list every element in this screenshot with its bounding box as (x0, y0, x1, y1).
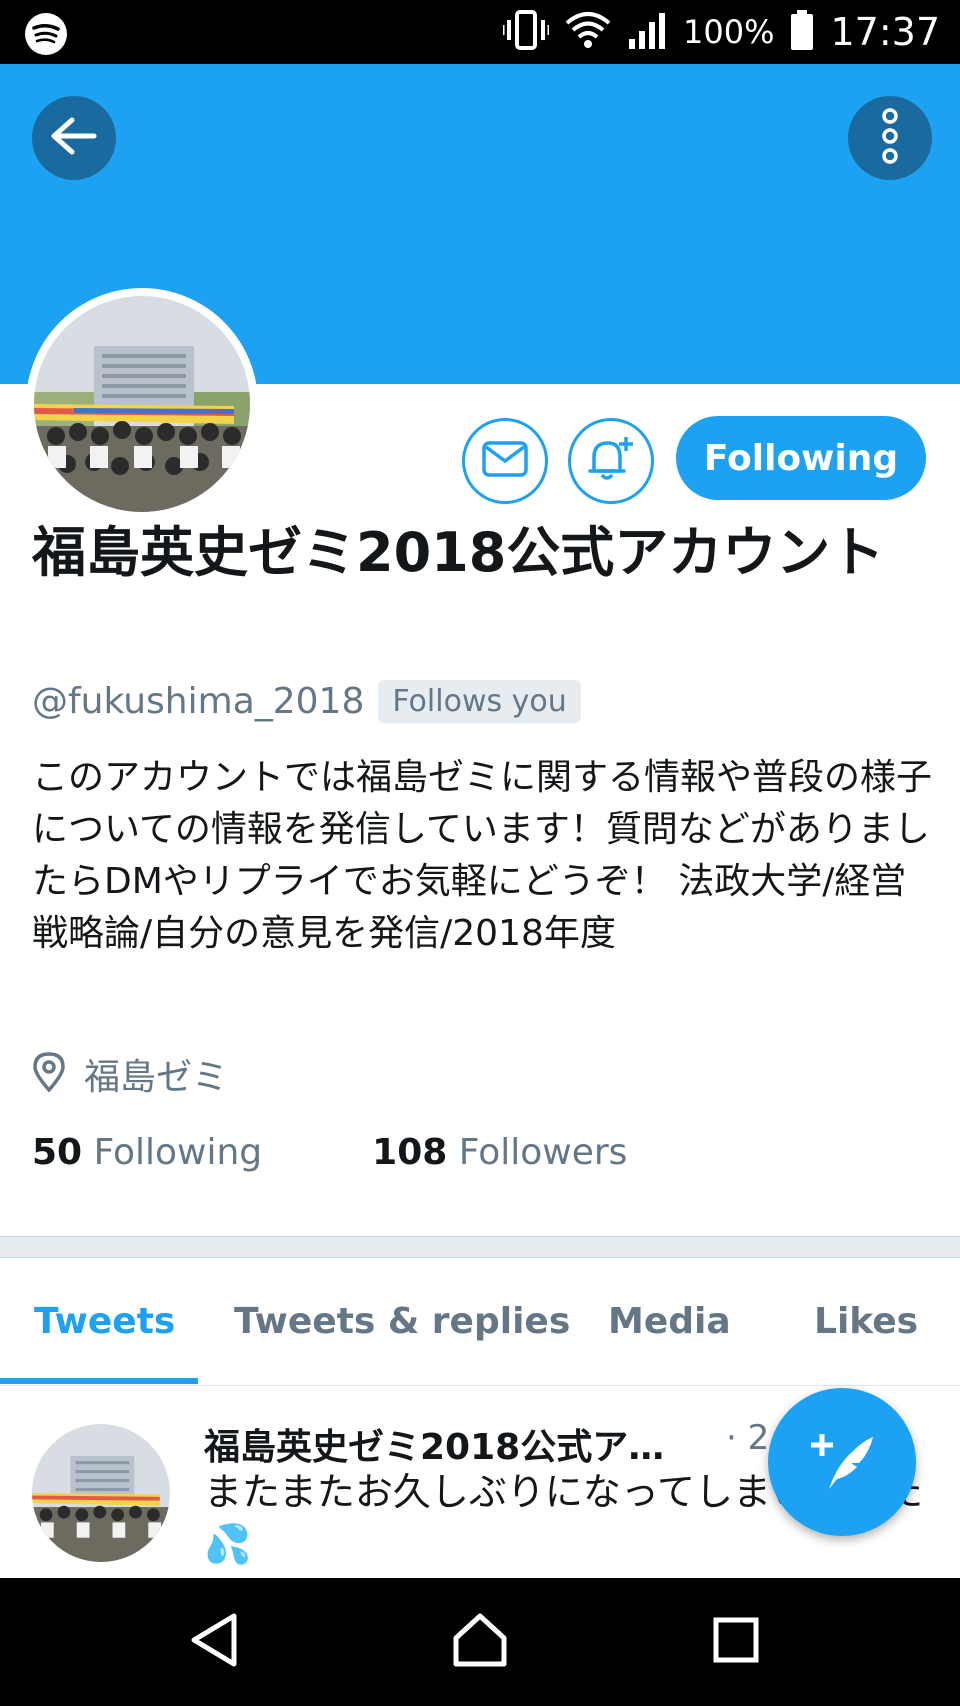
followers-label: Followers (458, 1132, 628, 1173)
following-stat[interactable]: 50 Following (32, 1132, 262, 1173)
triangle-back-icon (188, 1612, 240, 1672)
notifications-button[interactable] (568, 418, 654, 504)
avatar-image (34, 296, 250, 512)
section-separator (0, 1236, 960, 1258)
profile-location: 福島ゼミ (84, 1057, 229, 1098)
status-bar: 100% 17:37 (0, 0, 960, 64)
signal-icon (627, 11, 667, 53)
more-options-button[interactable] (848, 96, 932, 180)
system-nav-bar (0, 1578, 960, 1706)
square-recents-icon (712, 1616, 760, 1668)
tab-tweets[interactable]: Tweets (34, 1257, 175, 1385)
profile-bio: このアカウントでは福島ゼミに関する情報や普段の様子についての情報を発信しています… (32, 757, 933, 954)
vibrate-icon (501, 10, 551, 54)
follows-you-badge: Follows you (378, 679, 581, 723)
mail-icon (482, 441, 528, 481)
follow-stats: 50 Following 108 Followers (32, 1132, 627, 1173)
active-tab-indicator (0, 1378, 198, 1384)
profile-handle: @fukushima_2018 (32, 680, 365, 722)
tab-tweets-replies[interactable]: Tweets & replies (234, 1257, 570, 1385)
followers-count: 108 (372, 1132, 448, 1173)
tab-likes[interactable]: Likes (814, 1257, 918, 1385)
compose-tweet-button[interactable] (768, 1388, 916, 1536)
following-count: 50 (32, 1132, 83, 1173)
nav-recents-button[interactable] (696, 1602, 776, 1682)
following-label: Following (93, 1132, 263, 1173)
nav-back-button[interactable] (174, 1602, 254, 1682)
battery-icon (790, 10, 814, 54)
home-icon (452, 1612, 508, 1672)
direct-message-button[interactable] (462, 418, 548, 504)
location-pin-icon (32, 1052, 66, 1096)
clock-time: 17:37 (830, 10, 940, 54)
compose-feather-icon (807, 1425, 877, 1499)
profile-tabs: Tweets Tweets & replies Media Likes (0, 1257, 960, 1386)
location-row: 福島ゼミ (32, 1048, 228, 1100)
bell-plus-icon (586, 435, 636, 487)
battery-percent: 100% (683, 13, 775, 51)
tweet-timestamp: · 2 (726, 1418, 770, 1458)
arrow-left-icon (50, 116, 98, 160)
tab-media[interactable]: Media (608, 1257, 731, 1385)
back-button[interactable] (32, 96, 116, 180)
nav-home-button[interactable] (440, 1602, 520, 1682)
wifi-icon (565, 11, 611, 53)
spotify-icon (24, 12, 68, 56)
followers-stat[interactable]: 108 Followers (372, 1132, 627, 1173)
tweet-avatar[interactable] (32, 1424, 170, 1562)
handle-row: @fukushima_2018 Follows you (32, 676, 581, 726)
following-button[interactable]: Following (676, 416, 926, 500)
profile-display-name: 福島英史ゼミ2018公式アカウント (32, 521, 885, 584)
profile-avatar[interactable] (26, 288, 258, 520)
tweet-author: 福島英史ゼミ2018公式ア… (204, 1427, 665, 1468)
more-vertical-icon (878, 108, 902, 168)
